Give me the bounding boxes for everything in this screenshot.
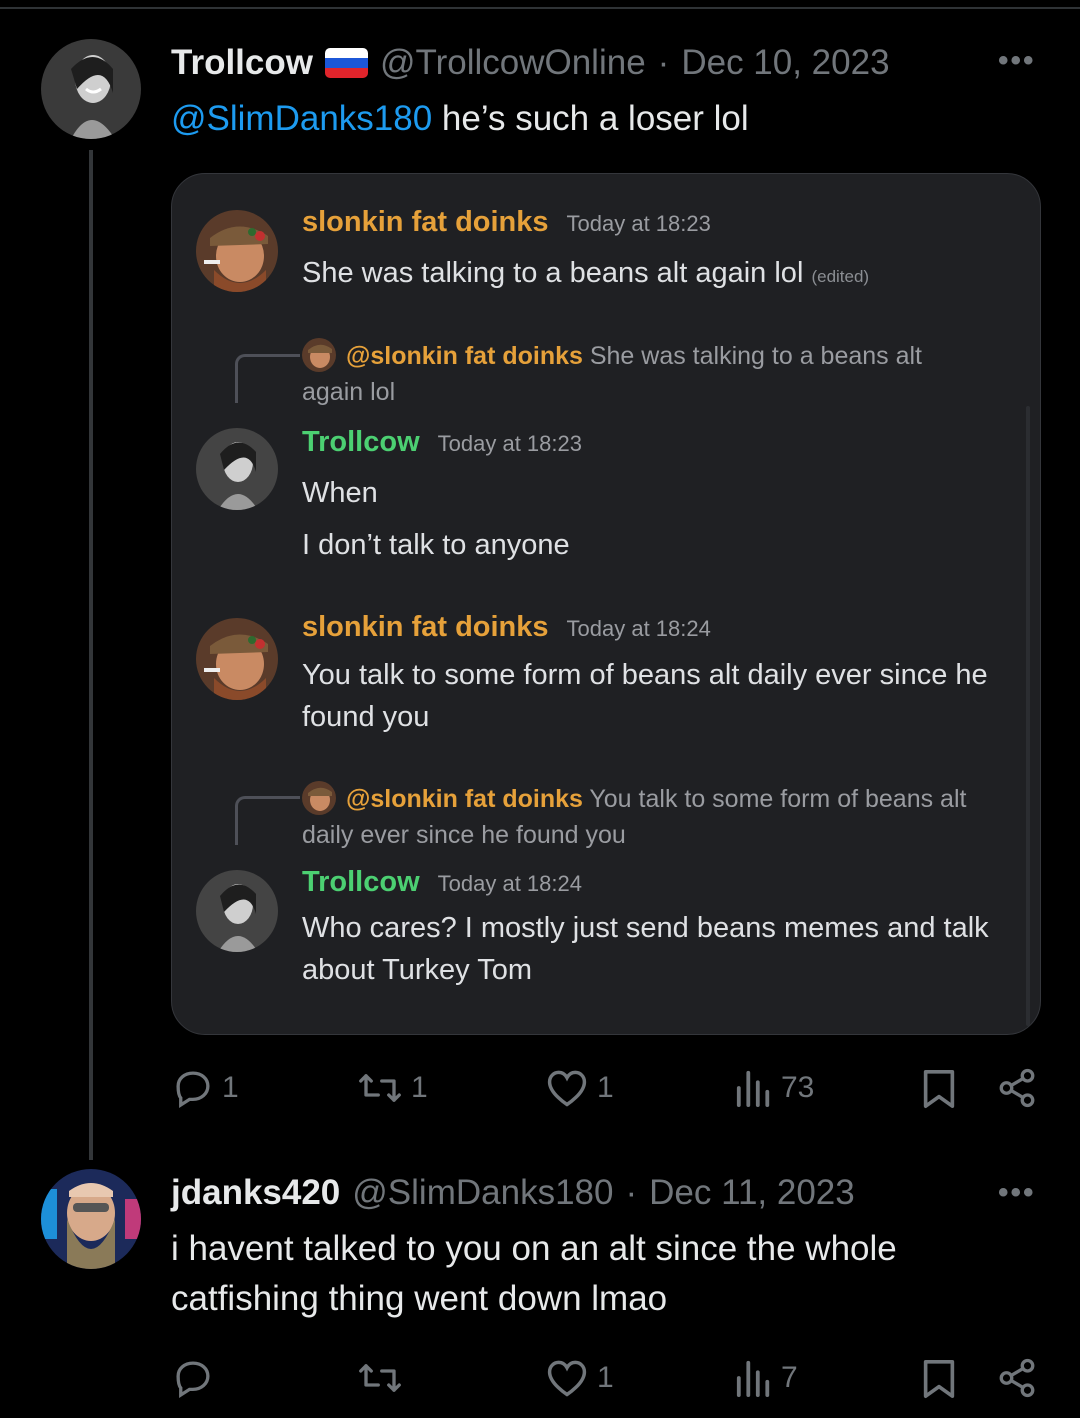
- message-author: Trollcow: [302, 866, 420, 898]
- edited-label: (edited): [811, 267, 870, 286]
- message-timestamp: Today at 18:23: [437, 431, 582, 456]
- repost-button[interactable]: 1: [357, 1067, 428, 1109]
- avatar-trollcow-embed: [196, 428, 278, 510]
- reply-connector: [235, 796, 300, 845]
- more-options-icon[interactable]: •••: [998, 44, 1036, 78]
- share-icon[interactable]: [996, 1066, 1038, 1115]
- message-line: She was talking to a beans alt again lol: [302, 257, 804, 289]
- message-line: I don’t talk to anyone: [302, 529, 570, 561]
- meta-separator: ·: [625, 1173, 638, 1212]
- views-count: 7: [781, 1361, 798, 1394]
- message-line: When: [302, 477, 378, 509]
- like-count: 1: [597, 1071, 614, 1104]
- reply-icon: [172, 1067, 214, 1109]
- views-button[interactable]: 73: [735, 1067, 814, 1109]
- embedded-image[interactable]: slonkin fat doinks Today at 18:23 She wa…: [171, 173, 1041, 1035]
- reply-mention: @slonkin fat doinks: [346, 785, 583, 813]
- repost-count: 1: [411, 1071, 428, 1104]
- tweet-text: i havent talked to you on an alt since t…: [171, 1229, 897, 1318]
- reply-connector: [235, 354, 300, 403]
- avatar-slonkin: [196, 618, 278, 700]
- avatar-trollcow-embed: [196, 870, 278, 952]
- tweet-date[interactable]: Dec 11, 2023: [649, 1173, 855, 1213]
- message-text: Who cares? I mostly just send beans meme…: [302, 912, 989, 986]
- views-icon: [735, 1357, 773, 1399]
- meta-separator: ·: [657, 43, 670, 82]
- repost-icon: [357, 1067, 403, 1109]
- views-count: 73: [781, 1071, 815, 1104]
- message-author: slonkin fat doinks: [302, 206, 549, 238]
- thread-connector-line: [89, 150, 93, 1160]
- embedded-scrollbar: [1026, 406, 1030, 1026]
- tweet-body: he’s such a loser lol: [432, 99, 749, 138]
- avatar-slonkin: [196, 210, 278, 292]
- heart-icon: [545, 1067, 589, 1109]
- author-handle[interactable]: @SlimDanks180: [352, 1173, 613, 1213]
- repost-icon: [357, 1357, 403, 1399]
- reply-button[interactable]: 1: [172, 1067, 239, 1109]
- heart-icon: [545, 1357, 589, 1399]
- reply-mention: @slonkin fat doinks: [346, 342, 583, 370]
- message-author: Trollcow: [302, 426, 420, 458]
- russia-flag-icon: [324, 48, 368, 78]
- reply-button[interactable]: [172, 1357, 222, 1399]
- bookmark-icon[interactable]: [921, 1068, 957, 1115]
- author-handle[interactable]: @TrollcowOnline: [380, 43, 646, 83]
- avatar-trollcow[interactable]: [41, 39, 141, 139]
- reply-preview: @slonkin fat doinks She was talking to a…: [302, 338, 982, 410]
- share-icon[interactable]: [996, 1356, 1038, 1405]
- author-name[interactable]: jdanks420: [171, 1173, 340, 1213]
- tweet-text: @SlimDanks180 he’s such a loser lol: [171, 94, 749, 144]
- message-text: You talk to some form of beans alt daily…: [302, 659, 988, 733]
- repost-button[interactable]: [357, 1357, 411, 1399]
- top-divider: [0, 7, 1080, 9]
- message-timestamp: Today at 18:24: [437, 871, 582, 896]
- views-button[interactable]: 7: [735, 1357, 798, 1399]
- avatar-jdanks420[interactable]: [41, 1169, 141, 1269]
- like-button[interactable]: 1: [545, 1067, 614, 1109]
- author-name[interactable]: Trollcow: [171, 43, 313, 83]
- message-author: slonkin fat doinks: [302, 611, 549, 643]
- like-count: 1: [597, 1361, 614, 1394]
- mention-link[interactable]: @SlimDanks180: [171, 99, 432, 138]
- message-timestamp: Today at 18:23: [566, 211, 711, 236]
- like-button[interactable]: 1: [545, 1357, 614, 1399]
- message-text: She was talking to a beans alt again lol…: [302, 252, 869, 298]
- tweet-date[interactable]: Dec 10, 2023: [681, 43, 889, 83]
- more-options-icon[interactable]: •••: [998, 1176, 1036, 1210]
- reply-icon: [172, 1357, 214, 1399]
- message-timestamp: Today at 18:24: [566, 616, 711, 641]
- bookmark-icon[interactable]: [921, 1358, 957, 1405]
- views-icon: [735, 1067, 773, 1109]
- reply-count: 1: [222, 1071, 239, 1104]
- reply-preview: @slonkin fat doinks You talk to some for…: [302, 781, 1012, 853]
